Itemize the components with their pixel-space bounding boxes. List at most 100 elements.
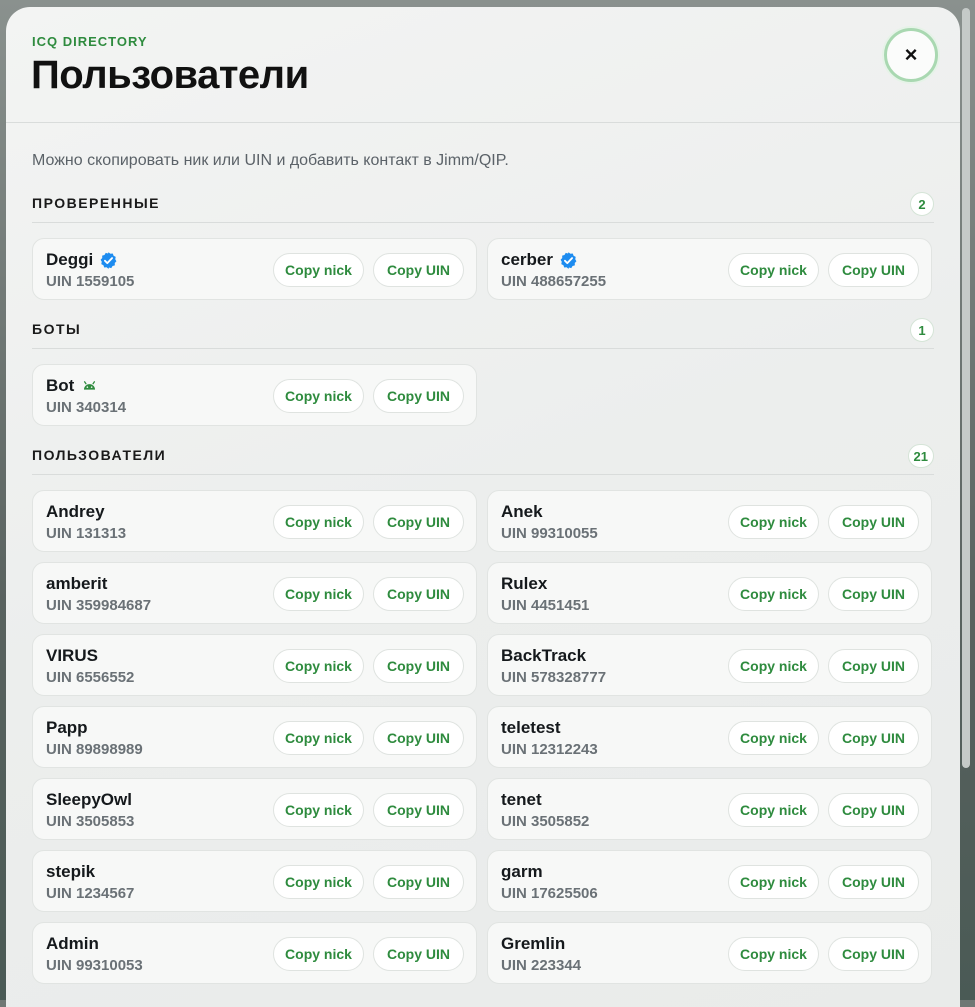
copy-nick-button[interactable]: Copy nick [728,793,819,827]
copy-uin-button[interactable]: Copy UIN [373,577,464,611]
copy-uin-button[interactable]: Copy UIN [828,253,919,287]
android-icon [80,377,99,396]
user-uin: UIN 3505852 [501,813,590,830]
copy-uin-button[interactable]: Copy UIN [373,793,464,827]
user-nick-row: Papp [46,718,88,738]
user-uin: UIN 488657255 [501,273,607,290]
copy-nick-button[interactable]: Copy nick [728,649,819,683]
copy-nick-button[interactable]: Copy nick [728,937,819,971]
user-nick: stepik [46,862,96,881]
copy-nick-button[interactable]: Copy nick [273,379,364,413]
user-card: Gremlin UIN 223344 Copy nick Copy UIN [487,922,932,984]
copy-uin-button[interactable]: Copy UIN [373,379,464,413]
user-nick: VIRUS [46,646,98,665]
copy-nick-button[interactable]: Copy nick [728,577,819,611]
scrollbar[interactable] [962,8,970,768]
copy-nick-button[interactable]: Copy nick [273,505,364,539]
user-nick: tenet [501,790,542,809]
user-nick: Gremlin [501,934,566,953]
user-nick: teletest [501,718,561,737]
user-uin: UIN 131313 [46,525,127,542]
user-nick-row: Gremlin [501,934,565,954]
copy-uin-button[interactable]: Copy UIN [373,505,464,539]
copy-uin-button[interactable]: Copy UIN [828,577,919,611]
user-card: teletest UIN 12312243 Copy nick Copy UIN [487,706,932,768]
user-nick-row: teletest [501,718,561,738]
user-card: tenet UIN 3505852 Copy nick Copy UIN [487,778,932,840]
copy-uin-button[interactable]: Copy UIN [828,721,919,755]
user-nick: BackTrack [501,646,587,665]
section-header: ПРОВЕРЕННЫЕ 2 [32,187,934,223]
copy-nick-button[interactable]: Copy nick [728,253,819,287]
user-nick: Andrey [46,502,105,521]
user-uin: UIN 6556552 [46,669,135,686]
copy-uin-button[interactable]: Copy UIN [828,865,919,899]
user-nick: SleepyOwl [46,790,132,809]
user-card: SleepyOwl UIN 3505853 Copy nick Copy UIN [32,778,477,840]
copy-uin-button[interactable]: Copy UIN [373,721,464,755]
copy-nick-button[interactable]: Copy nick [273,937,364,971]
user-uin: UIN 340314 [46,399,127,416]
modal-header: ICQ DIRECTORY Пользователи × [6,7,960,123]
user-uin: UIN 4451451 [501,597,590,614]
user-uin: UIN 12312243 [501,741,598,758]
user-card: Bot UIN 340314 Copy nick Copy UIN [32,364,477,426]
hint-text: Можно скопировать ник или UIN и добавить… [32,152,509,169]
copy-uin-button[interactable]: Copy UIN [373,937,464,971]
user-card: stepik UIN 1234567 Copy nick Copy UIN [32,850,477,912]
user-nick-row: Andrey [46,502,105,522]
user-uin: UIN 89898989 [46,741,143,758]
copy-uin-button[interactable]: Copy UIN [828,793,919,827]
section-count-badge: 2 [910,192,934,216]
copy-uin-button[interactable]: Copy UIN [828,649,919,683]
section-title: БОТЫ [32,321,82,337]
copy-uin-button[interactable]: Copy UIN [828,937,919,971]
user-uin: UIN 359984687 [46,597,152,614]
copy-nick-button[interactable]: Copy nick [273,577,364,611]
copy-nick-button[interactable]: Copy nick [273,649,364,683]
user-uin: UIN 3505853 [46,813,135,830]
user-nick-row: amberit [46,574,107,594]
copy-nick-button[interactable]: Copy nick [273,865,364,899]
copy-uin-button[interactable]: Copy UIN [373,253,464,287]
copy-nick-button[interactable]: Copy nick [273,721,364,755]
section-header: БОТЫ 1 [32,313,934,349]
user-nick: Anek [501,502,543,521]
user-uin: UIN 578328777 [501,669,607,686]
copy-uin-button[interactable]: Copy UIN [373,865,464,899]
verified-icon [99,251,118,270]
user-card: amberit UIN 359984687 Copy nick Copy UIN [32,562,477,624]
users-modal: ICQ DIRECTORY Пользователи × Можно скопи… [6,7,960,1007]
copy-uin-button[interactable]: Copy UIN [828,505,919,539]
user-card: Rulex UIN 4451451 Copy nick Copy UIN [487,562,932,624]
close-icon: × [904,42,918,67]
copy-nick-button[interactable]: Copy nick [273,793,364,827]
user-nick: Rulex [501,574,548,593]
user-uin: UIN 1234567 [46,885,135,902]
copy-uin-button[interactable]: Copy UIN [373,649,464,683]
user-card: garm UIN 17625506 Copy nick Copy UIN [487,850,932,912]
copy-nick-button[interactable]: Copy nick [728,865,819,899]
user-nick-row: cerber [501,250,578,270]
close-button[interactable]: × [884,28,938,82]
user-nick-row: tenet [501,790,542,810]
user-nick-row: Rulex [501,574,547,594]
user-nick: garm [501,862,543,881]
page-title: Пользователи [31,53,309,97]
user-nick-row: Anek [501,502,543,522]
section-title: ПОЛЬЗОВАТЕЛИ [32,447,167,463]
section-title: ПРОВЕРЕННЫЕ [32,195,160,211]
user-nick-row: Bot [46,376,99,396]
user-nick-row: VIRUS [46,646,98,666]
user-card: Deggi UIN 1559105 Copy nick Copy UIN [32,238,477,300]
user-uin: UIN 99310055 [501,525,598,542]
user-card: Papp UIN 89898989 Copy nick Copy UIN [32,706,477,768]
copy-nick-button[interactable]: Copy nick [728,721,819,755]
copy-nick-button[interactable]: Copy nick [273,253,364,287]
user-card: Anek UIN 99310055 Copy nick Copy UIN [487,490,932,552]
user-uin: UIN 223344 [501,957,582,974]
modal-eyebrow: ICQ DIRECTORY [32,34,148,49]
user-uin: UIN 99310053 [46,957,143,974]
copy-nick-button[interactable]: Copy nick [728,505,819,539]
user-nick-row: stepik [46,862,95,882]
